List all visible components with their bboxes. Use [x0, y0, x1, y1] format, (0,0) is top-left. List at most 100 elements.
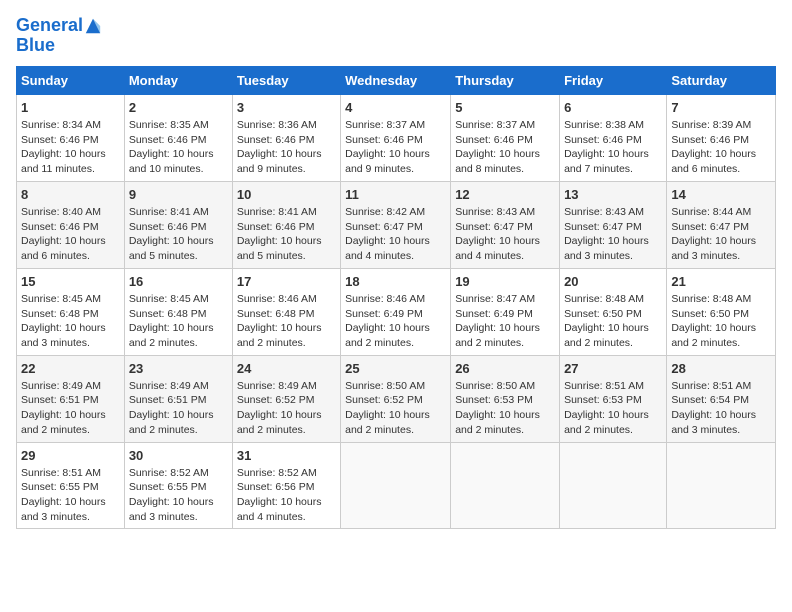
calendar-cell: 25Sunrise: 8:50 AMSunset: 6:52 PMDayligh…	[341, 355, 451, 442]
calendar-cell: 9Sunrise: 8:41 AMSunset: 6:46 PMDaylight…	[124, 181, 232, 268]
calendar-cell: 6Sunrise: 8:38 AMSunset: 6:46 PMDaylight…	[560, 94, 667, 181]
day-number: 12	[455, 186, 555, 204]
daylight: Daylight: 10 hours and 2 minutes.	[455, 409, 540, 436]
header-row: SundayMondayTuesdayWednesdayThursdayFrid…	[17, 66, 776, 94]
sunset: Sunset: 6:47 PM	[455, 221, 533, 233]
day-number: 23	[129, 360, 228, 378]
calendar-cell: 31Sunrise: 8:52 AMSunset: 6:56 PMDayligh…	[232, 442, 340, 529]
sunset: Sunset: 6:55 PM	[21, 481, 99, 493]
daylight: Daylight: 10 hours and 4 minutes.	[345, 235, 430, 262]
day-number: 8	[21, 186, 120, 204]
day-number: 1	[21, 99, 120, 117]
daylight: Daylight: 10 hours and 2 minutes.	[21, 409, 106, 436]
week-row-4: 22 Sunrise: 8:49 AM Sunset: 6:51 PM Dayligh…	[17, 355, 776, 442]
calendar-cell: 24Sunrise: 8:49 AMSunset: 6:52 PMDayligh…	[232, 355, 340, 442]
calendar-cell: 26Sunrise: 8:50 AMSunset: 6:53 PMDayligh…	[451, 355, 560, 442]
calendar-cell: 28Sunrise: 8:51 AMSunset: 6:54 PMDayligh…	[667, 355, 776, 442]
day-header-thursday: Thursday	[451, 66, 560, 94]
sunrise: Sunrise: 8:43 AM	[455, 206, 535, 218]
week-row-3: 15Sunrise: 8:45 AMSunset: 6:48 PMDayligh…	[17, 268, 776, 355]
day-number: 5	[455, 99, 555, 117]
sunset: Sunset: 6:55 PM	[129, 481, 207, 493]
day-number: 11	[345, 186, 446, 204]
sunset: Sunset: 6:47 PM	[564, 221, 642, 233]
day-number: 17	[237, 273, 336, 291]
daylight: Daylight: 10 hours and 2 minutes.	[129, 409, 214, 436]
sunrise: Sunrise: 8:35 AM	[129, 119, 209, 131]
sunrise: Sunrise: 8:51 AM	[21, 467, 101, 479]
daylight: Daylight: 10 hours and 2 minutes.	[671, 322, 756, 349]
day-header-wednesday: Wednesday	[341, 66, 451, 94]
sunrise: Sunrise: 8:41 AM	[237, 206, 317, 218]
daylight: Daylight: 10 hours and 2 minutes.	[345, 409, 430, 436]
sunrise: Sunrise: 8:49 AM	[21, 380, 101, 392]
sunset: Sunset: 6:46 PM	[237, 134, 315, 146]
day-number: 27	[564, 360, 662, 378]
sunset: Sunset: 6:46 PM	[345, 134, 423, 146]
calendar-cell: 29 Sunrise: 8:51 AM Sunset: 6:55 PM Dayligh…	[17, 442, 125, 529]
sunset: Sunset: 6:47 PM	[671, 221, 749, 233]
day-number: 18	[345, 273, 446, 291]
calendar-cell: 7Sunrise: 8:39 AMSunset: 6:46 PMDaylight…	[667, 94, 776, 181]
daylight: Daylight: 10 hours and 2 minutes.	[455, 322, 540, 349]
sunrise: Sunrise: 8:51 AM	[564, 380, 644, 392]
sunrise: Sunrise: 8:38 AM	[564, 119, 644, 131]
calendar-cell: 22 Sunrise: 8:49 AM Sunset: 6:51 PM Dayligh…	[17, 355, 125, 442]
sunset: Sunset: 6:50 PM	[564, 308, 642, 320]
daylight: Daylight: 10 hours and 3 minutes.	[671, 409, 756, 436]
day-number: 6	[564, 99, 662, 117]
logo-text: General	[16, 16, 83, 36]
calendar-cell: 16Sunrise: 8:45 AMSunset: 6:48 PMDayligh…	[124, 268, 232, 355]
day-number: 30	[129, 447, 228, 465]
day-number: 29	[21, 447, 120, 465]
sunrise: Sunrise: 8:44 AM	[671, 206, 751, 218]
calendar-cell: 30Sunrise: 8:52 AMSunset: 6:55 PMDayligh…	[124, 442, 232, 529]
daylight: Daylight: 10 hours and 11 minutes.	[21, 148, 106, 175]
sunset: Sunset: 6:48 PM	[21, 308, 99, 320]
sunrise: Sunrise: 8:47 AM	[455, 293, 535, 305]
logo-blue: Blue	[16, 36, 102, 54]
calendar-cell: 2Sunrise: 8:35 AMSunset: 6:46 PMDaylight…	[124, 94, 232, 181]
day-number: 19	[455, 273, 555, 291]
daylight: Daylight: 10 hours and 3 minutes.	[21, 496, 106, 523]
sunset: Sunset: 6:49 PM	[345, 308, 423, 320]
calendar-cell: 5 Sunrise: 8:37 AM Sunset: 6:46 PM Daylight…	[451, 94, 560, 181]
sunrise: Sunrise: 8:42 AM	[345, 206, 425, 218]
logo-icon	[84, 17, 102, 35]
day-header-friday: Friday	[560, 66, 667, 94]
day-number: 21	[671, 273, 771, 291]
week-row-2: 8Sunrise: 8:40 AMSunset: 6:46 PMDaylight…	[17, 181, 776, 268]
sunset: Sunset: 6:51 PM	[129, 394, 207, 406]
sunrise: Sunrise: 8:37 AM	[455, 119, 535, 131]
calendar-cell: 10Sunrise: 8:41 AMSunset: 6:46 PMDayligh…	[232, 181, 340, 268]
daylight: Daylight: 10 hours and 6 minutes.	[21, 235, 106, 262]
daylight: Daylight: 10 hours and 2 minutes.	[237, 322, 322, 349]
calendar-cell: 23Sunrise: 8:49 AMSunset: 6:51 PMDayligh…	[124, 355, 232, 442]
daylight: Daylight: 10 hours and 3 minutes.	[21, 322, 106, 349]
day-number: 13	[564, 186, 662, 204]
day-header-monday: Monday	[124, 66, 232, 94]
day-number: 24	[237, 360, 336, 378]
calendar-cell	[341, 442, 451, 529]
calendar-table: SundayMondayTuesdayWednesdayThursdayFrid…	[16, 66, 776, 530]
calendar-cell	[451, 442, 560, 529]
calendar-cell: 13Sunrise: 8:43 AMSunset: 6:47 PMDayligh…	[560, 181, 667, 268]
daylight: Daylight: 10 hours and 6 minutes.	[671, 148, 756, 175]
sunset: Sunset: 6:46 PM	[129, 221, 207, 233]
sunset: Sunset: 6:46 PM	[21, 134, 99, 146]
sunrise: Sunrise: 8:48 AM	[671, 293, 751, 305]
calendar-cell: 18Sunrise: 8:46 AMSunset: 6:49 PMDayligh…	[341, 268, 451, 355]
calendar-cell	[560, 442, 667, 529]
day-number: 28	[671, 360, 771, 378]
sunset: Sunset: 6:48 PM	[129, 308, 207, 320]
calendar-cell: 1Sunrise: 8:34 AMSunset: 6:46 PMDaylight…	[17, 94, 125, 181]
day-number: 22	[21, 360, 120, 378]
sunset: Sunset: 6:51 PM	[21, 394, 99, 406]
daylight: Daylight: 10 hours and 8 minutes.	[455, 148, 540, 175]
sunrise: Sunrise: 8:45 AM	[21, 293, 101, 305]
sunset: Sunset: 6:46 PM	[455, 134, 533, 146]
calendar-cell: 19Sunrise: 8:47 AMSunset: 6:49 PMDayligh…	[451, 268, 560, 355]
sunrise: Sunrise: 8:36 AM	[237, 119, 317, 131]
sunrise: Sunrise: 8:50 AM	[345, 380, 425, 392]
sunset: Sunset: 6:46 PM	[671, 134, 749, 146]
